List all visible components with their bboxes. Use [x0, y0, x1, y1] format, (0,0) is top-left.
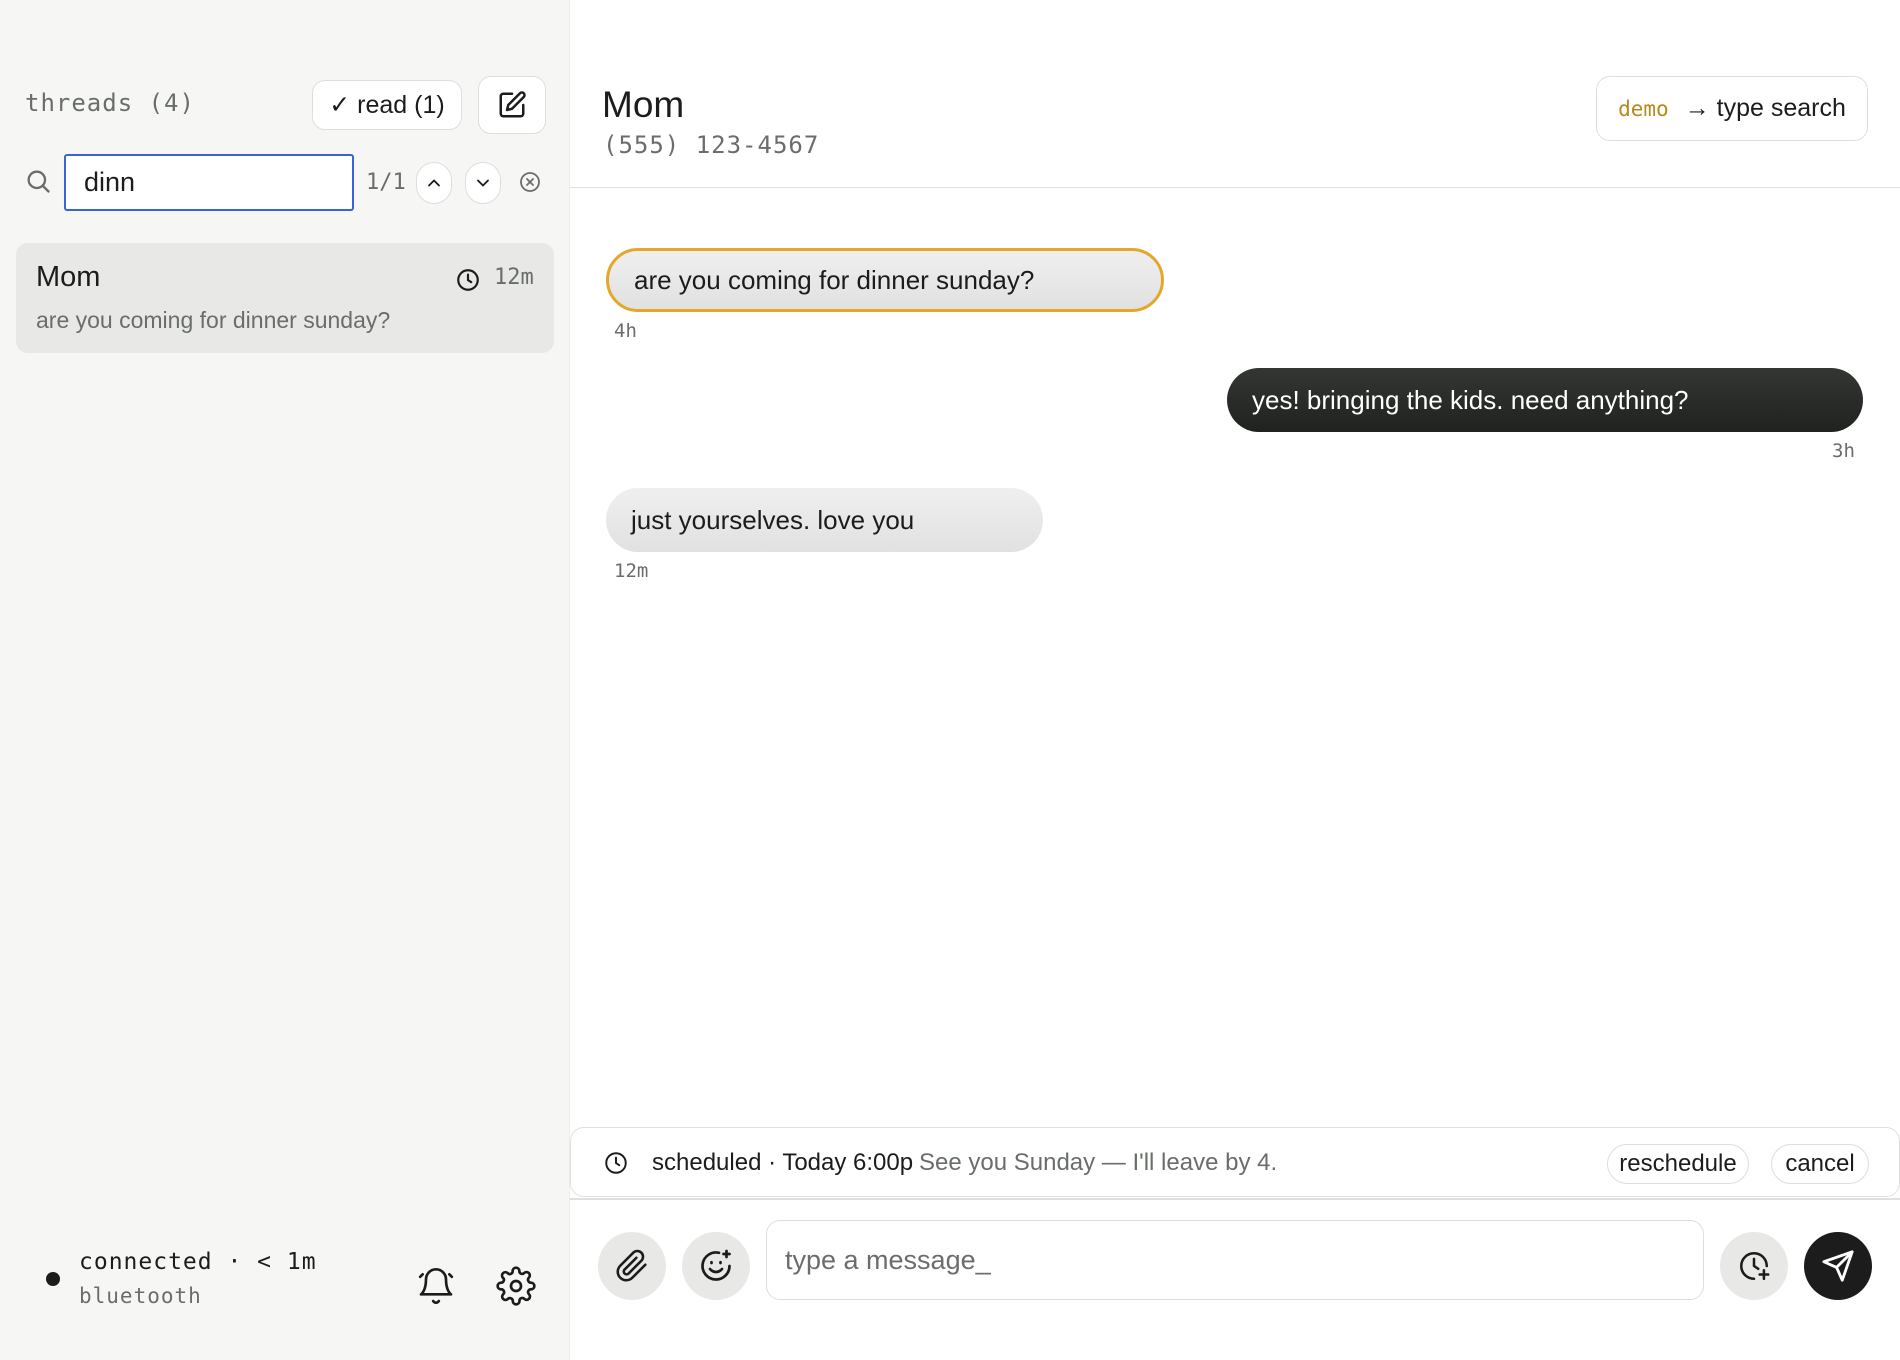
- demo-label: → type search: [1684, 94, 1846, 122]
- thread-time: 12m: [494, 265, 534, 290]
- thread-preview: are you coming for dinner sunday?: [36, 307, 391, 333]
- settings-button[interactable]: [496, 1266, 536, 1306]
- chevron-up-icon: [428, 179, 440, 187]
- message-text: yes! bringing the kids. need anything?: [1252, 384, 1689, 415]
- conversation-header: Mom (555) 123-4567 demo → type search: [570, 0, 1900, 188]
- message-time: 3h: [1832, 440, 1855, 462]
- notifications-button[interactable]: [416, 1266, 456, 1306]
- message-text: are you coming for dinner sunday?: [634, 264, 1035, 295]
- clear-search-button[interactable]: [516, 168, 544, 196]
- compose-button[interactable]: [478, 76, 546, 134]
- clock-icon: [457, 269, 479, 291]
- message-input-placeholder: type a message_: [785, 1244, 991, 1275]
- thread-name: Mom: [36, 261, 101, 293]
- message-input[interactable]: type a message_: [766, 1220, 1704, 1300]
- mark-read-button[interactable]: ✓ read (1): [312, 80, 462, 130]
- gear-icon: [496, 1266, 536, 1306]
- compose-icon: [499, 91, 526, 118]
- message-bubble-outgoing[interactable]: yes! bringing the kids. need anything?: [1227, 368, 1863, 432]
- previous-match-button[interactable]: [416, 162, 452, 204]
- schedule-send-button[interactable]: [1720, 1232, 1788, 1300]
- demo-button[interactable]: demo → type search: [1596, 76, 1868, 141]
- message-bubble-incoming[interactable]: just yourselves. love you: [606, 488, 1043, 552]
- clock-plus-icon: [1739, 1251, 1770, 1281]
- composer-divider: [570, 1198, 1900, 1200]
- app-window: threads (4) ✓ read (1) 1/1 Mom: [0, 0, 1900, 1360]
- scheduled-message-bar: scheduled · Today 6:00p See you Sunday —…: [570, 1127, 1900, 1197]
- contact-name: Mom: [602, 84, 685, 125]
- message-text: just yourselves. love you: [631, 504, 915, 535]
- sidebar: threads (4) ✓ read (1) 1/1 Mom: [0, 0, 570, 1360]
- connection-status-dot: [46, 1272, 60, 1286]
- thread-item-mom[interactable]: Mom 12m are you coming for dinner sunday…: [16, 243, 554, 353]
- clock-icon: [605, 1152, 627, 1174]
- send-icon: [1822, 1250, 1854, 1282]
- send-button[interactable]: [1804, 1232, 1872, 1300]
- search-icon: [27, 170, 50, 193]
- conversation-pane: Mom (555) 123-4567 demo → type search ar…: [570, 0, 1900, 1360]
- threads-title: threads (4): [25, 89, 195, 117]
- close-circle-icon: [520, 172, 540, 192]
- search-match-count: 1/1: [366, 170, 406, 195]
- bell-icon: [418, 1268, 454, 1304]
- message-time: 12m: [614, 560, 649, 582]
- cancel-button[interactable]: cancel: [1771, 1144, 1869, 1184]
- attach-button[interactable]: [598, 1232, 666, 1300]
- scheduled-label: scheduled · Today 6:00p: [652, 1149, 914, 1176]
- paperclip-icon: [616, 1249, 647, 1282]
- search-input[interactable]: [64, 154, 354, 211]
- reschedule-button[interactable]: reschedule: [1607, 1144, 1749, 1184]
- scheduled-preview: See you Sunday — I'll leave by 4.: [919, 1149, 1278, 1176]
- contact-phone: (555) 123-4567: [603, 131, 820, 159]
- connection-type: bluetooth: [79, 1284, 202, 1308]
- message-time: 4h: [614, 320, 637, 342]
- message-bubble-incoming[interactable]: are you coming for dinner sunday?: [606, 248, 1164, 312]
- next-match-button[interactable]: [465, 162, 501, 204]
- demo-tag: demo: [1618, 96, 1669, 121]
- connection-status: connected · < 1m: [79, 1249, 317, 1275]
- chevron-down-icon: [477, 179, 489, 187]
- emoji-add-icon: [701, 1249, 731, 1281]
- emoji-button[interactable]: [682, 1232, 750, 1300]
